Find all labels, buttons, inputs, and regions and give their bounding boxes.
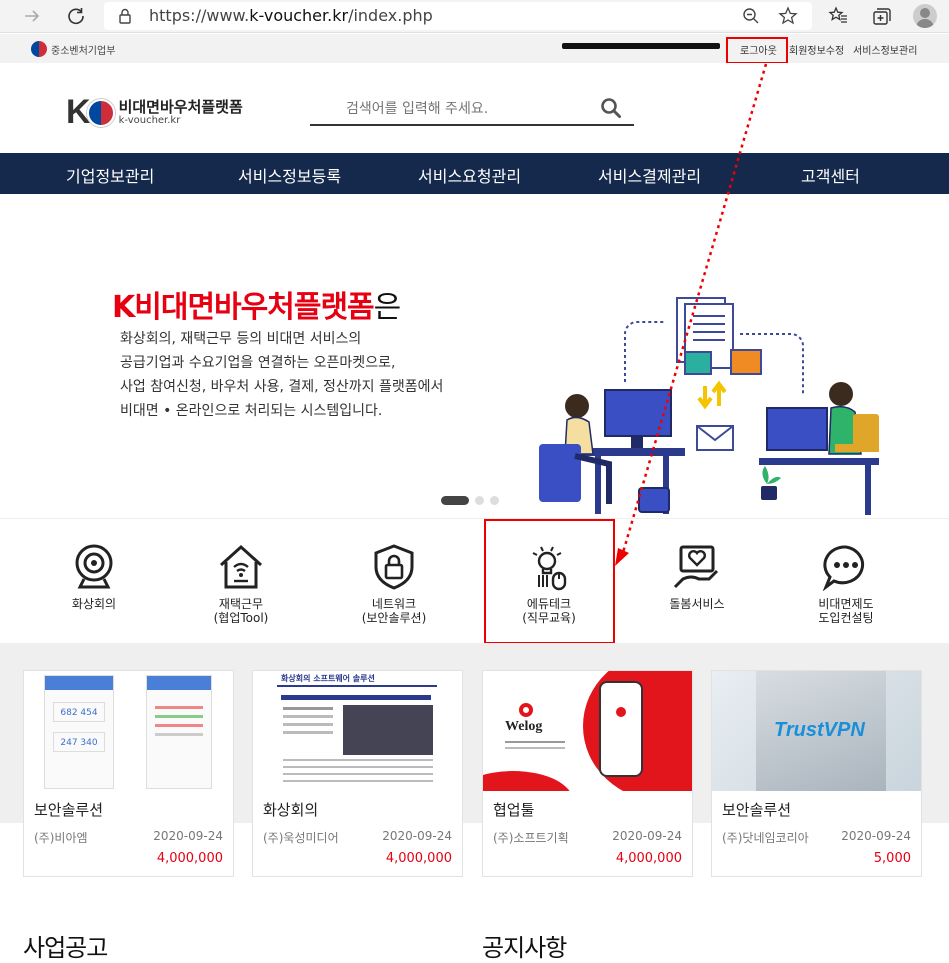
nav-service-register[interactable]: 서비스정보등록 bbox=[238, 163, 341, 187]
product-name: 협업툴 bbox=[493, 801, 535, 819]
product-date: 2020-09-24 bbox=[612, 829, 682, 843]
webcam-icon bbox=[75, 544, 113, 589]
member-edit-link[interactable]: 회원정보수정 bbox=[789, 42, 844, 57]
product-price: 5,000 bbox=[873, 851, 911, 866]
hero-banner: K비대면바우처플랫폼은 화상회의, 재택근무 등의 비대면 서비스의 공급기업과… bbox=[0, 194, 949, 518]
address-bar[interactable]: https://www.k-voucher.kr/index.php bbox=[104, 2, 812, 30]
product-thumbnail: 682 454 247 340 bbox=[24, 671, 233, 791]
star-icon[interactable] bbox=[778, 6, 798, 26]
category-network-security[interactable]: 네트워크 (보안솔루션) bbox=[334, 543, 454, 625]
product-price: 4,000,000 bbox=[156, 851, 223, 866]
logo-k-mark: K bbox=[66, 93, 91, 131]
product-card[interactable]: 682 454 247 340 보안솔루션 (주)비아엠 2020-09-24 … bbox=[23, 670, 234, 877]
category-consulting[interactable]: 비대면제도 도입컨설팅 bbox=[786, 543, 906, 625]
ministry-logo[interactable]: 중소벤처기업부 bbox=[31, 41, 115, 57]
logout-highlight-box bbox=[726, 37, 788, 64]
url-text: https://www.k-voucher.kr/index.php bbox=[149, 6, 433, 25]
carousel-dot-2[interactable] bbox=[475, 496, 484, 505]
reload-icon[interactable] bbox=[64, 4, 88, 28]
nav-company-info[interactable]: 기업정보관리 bbox=[66, 163, 154, 187]
product-company: (주)소프트기획 bbox=[493, 831, 569, 845]
category-video-conference[interactable]: 화상회의 bbox=[34, 543, 154, 611]
speech-bubble-icon bbox=[822, 545, 865, 591]
nav-customer-center[interactable]: 고객센터 bbox=[801, 163, 860, 187]
search-icon[interactable] bbox=[600, 97, 622, 119]
home-wifi-icon bbox=[219, 544, 263, 589]
hero-illustration bbox=[539, 297, 879, 515]
category-care-service[interactable]: 돌봄서비스 bbox=[637, 543, 757, 611]
carousel-dot-3[interactable] bbox=[490, 496, 499, 505]
product-thumbnail: 화상회의 소프트웨어 솔루션 bbox=[253, 671, 462, 791]
product-company: (주)닷네임코리아 bbox=[722, 831, 809, 845]
favorites-icon[interactable] bbox=[828, 6, 848, 26]
product-card[interactable]: 화상회의 소프트웨어 솔루션 화상회의 (주)욱성미디어 2020-09-24 … bbox=[252, 670, 463, 877]
main-navigation: 기업정보관리 서비스정보등록 서비스요청관리 서비스결제관리 고객센터 bbox=[0, 153, 949, 194]
search-input[interactable] bbox=[310, 93, 590, 124]
hero-description: 화상회의, 재택근무 등의 비대면 서비스의 공급기업과 수요기업을 연결하는 … bbox=[120, 331, 444, 419]
shield-lock-icon bbox=[374, 544, 414, 590]
site-logo[interactable]: K 비대면바우처플랫폼 k-voucher.kr bbox=[66, 93, 243, 132]
edutech-highlight-box bbox=[484, 519, 615, 644]
logo-domain: k-voucher.kr bbox=[118, 115, 181, 127]
ministry-emblem-icon bbox=[31, 41, 47, 57]
product-card[interactable]: TrustVPN 보안솔루션 (주)닷네임코리아 2020-09-24 5,00… bbox=[711, 670, 922, 877]
product-price: 4,000,000 bbox=[385, 851, 452, 866]
carousel-dot-1[interactable] bbox=[441, 496, 469, 505]
product-date: 2020-09-24 bbox=[841, 829, 911, 843]
zoom-out-icon[interactable] bbox=[742, 7, 760, 25]
service-info-link[interactable]: 서비스정보관리 bbox=[853, 42, 917, 57]
search-box bbox=[310, 93, 634, 126]
redacted-text bbox=[562, 43, 720, 49]
product-name: 보안솔루션 bbox=[34, 801, 104, 819]
hero-title: K비대면바우처플랫폼은 bbox=[112, 290, 401, 325]
carousel-indicators bbox=[441, 496, 499, 505]
product-price: 4,000,000 bbox=[615, 851, 682, 866]
utility-bar: 중소벤처기업부 로그아웃 회원정보수정 서비스정보관리 bbox=[0, 34, 949, 63]
logo-title: 비대면바우처플랫폼 bbox=[118, 97, 243, 116]
product-name: 화상회의 bbox=[263, 801, 319, 819]
logo-circle-icon bbox=[86, 98, 115, 127]
product-thumbnail: TrustVPN bbox=[712, 671, 921, 791]
category-remote-work[interactable]: 재택근무 (협업Tool) bbox=[181, 543, 301, 625]
site-header: K 비대면바우처플랫폼 k-voucher.kr bbox=[0, 63, 949, 153]
avatar-icon[interactable] bbox=[913, 4, 937, 28]
forward-icon[interactable] bbox=[20, 4, 44, 28]
browser-toolbar: https://www.k-voucher.kr/index.php bbox=[0, 0, 949, 33]
product-date: 2020-09-24 bbox=[153, 829, 223, 843]
nav-service-payment[interactable]: 서비스결제관리 bbox=[598, 163, 701, 187]
category-menu: 화상회의 재택근무 (협업Tool) 네트워크 (보안솔루션) 에듀테크 (직무… bbox=[0, 518, 949, 643]
ministry-name: 중소벤처기업부 bbox=[51, 45, 116, 57]
product-name: 보안솔루션 bbox=[722, 801, 792, 819]
product-date: 2020-09-24 bbox=[382, 829, 452, 843]
heart-laptop-icon bbox=[673, 545, 719, 589]
product-company: (주)욱성미디어 bbox=[263, 831, 339, 845]
product-thumbnail: Welog bbox=[483, 671, 692, 791]
product-card[interactable]: Welog 협업툴 (주)소프트기획 2020-09-24 4,000,000 bbox=[482, 670, 693, 877]
nav-service-request[interactable]: 서비스요청관리 bbox=[418, 163, 521, 187]
collections-icon[interactable] bbox=[871, 6, 891, 26]
lock-icon bbox=[119, 8, 131, 24]
product-company: (주)비아엠 bbox=[34, 831, 88, 845]
